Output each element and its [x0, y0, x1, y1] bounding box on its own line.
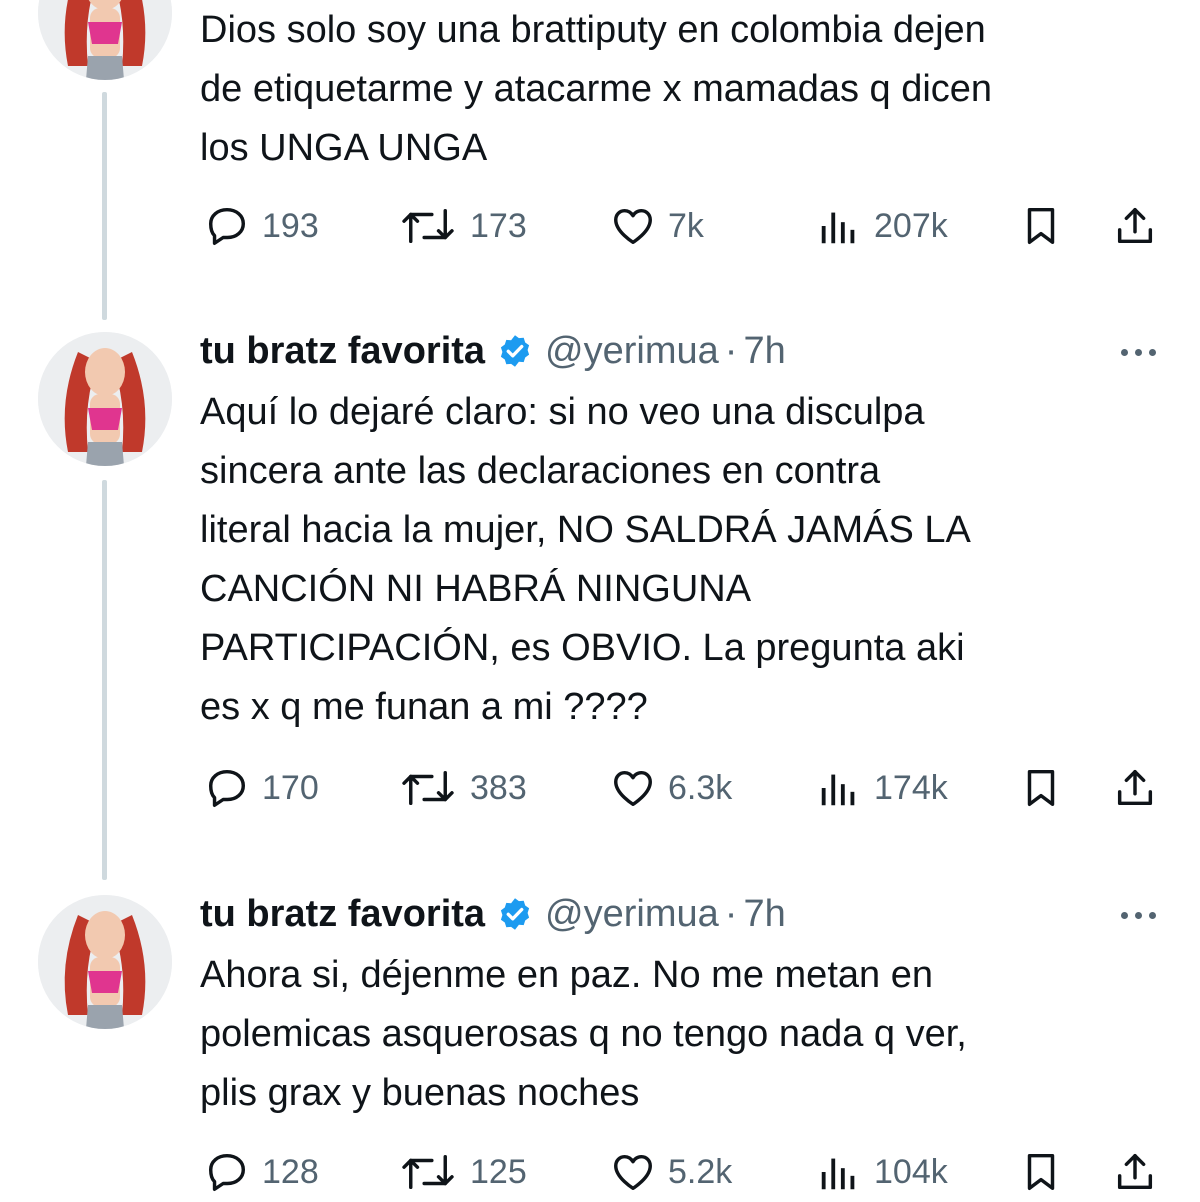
timestamp[interactable]: 7h — [743, 330, 785, 373]
tweet-actions: 128 125 5.2k 104k — [200, 1142, 1160, 1202]
thread-line — [102, 480, 107, 880]
reply-icon — [204, 765, 250, 811]
bookmark-button[interactable] — [1018, 1142, 1064, 1202]
bookmark-button[interactable] — [1018, 758, 1064, 818]
tweet-text-line: PARTICIPACIÓN, es OBVIO. La pregunta aki — [200, 627, 965, 669]
views-icon — [816, 203, 862, 249]
share-icon — [1112, 203, 1158, 249]
heart-icon — [610, 1149, 656, 1195]
tweet-text: Ahora si, déjenme en paz. No me metan en… — [200, 946, 1160, 1123]
tweet-text-line: los UNGA UNGA — [200, 127, 488, 169]
more-icon[interactable] — [1121, 897, 1156, 933]
views-count: 207k — [874, 206, 948, 245]
like-count: 7k — [668, 206, 704, 245]
bookmark-icon — [1018, 765, 1064, 811]
share-button[interactable] — [1112, 1142, 1158, 1202]
retweet-icon — [398, 1149, 458, 1195]
tweet-text-line: Aquí lo dejaré claro: si no veo una disc… — [200, 391, 925, 433]
like-button[interactable]: 5.2k — [610, 1142, 732, 1202]
tweet-text-line: Dios solo soy una brattiputy en colombia… — [200, 9, 986, 51]
thread-line — [102, 92, 107, 320]
display-name[interactable]: tu bratz favorita — [200, 893, 485, 936]
avatar[interactable] — [38, 332, 172, 466]
bookmark-button[interactable] — [1018, 196, 1064, 256]
like-button[interactable]: 6.3k — [610, 758, 732, 818]
like-count: 5.2k — [668, 1152, 733, 1191]
tweet-text-line: de etiquetarme y atacarme x mamadas q di… — [200, 68, 993, 110]
retweet-button[interactable]: 125 — [398, 1142, 527, 1202]
tweet-actions: 170 383 6.3k 174k — [200, 758, 1160, 818]
views-icon — [816, 1149, 862, 1195]
views-count: 174k — [874, 768, 948, 807]
reply-button[interactable]: 170 — [204, 758, 319, 818]
share-button[interactable] — [1112, 196, 1158, 256]
views-count: 104k — [874, 1152, 948, 1191]
tweet-text: Aquí lo dejaré claro: si no veo una disc… — [200, 383, 1160, 737]
tweet-header: tu bratz favorita @yerimua · 7h — [200, 326, 786, 376]
reply-count: 128 — [262, 1152, 319, 1191]
like-button[interactable]: 7k — [610, 196, 704, 256]
timestamp[interactable]: 7h — [743, 893, 785, 936]
verified-badge-icon — [497, 333, 533, 369]
retweet-count: 173 — [470, 206, 527, 245]
reply-button[interactable]: 193 — [204, 196, 319, 256]
tweet-text-line: plis grax y buenas noches — [200, 1072, 640, 1114]
handle[interactable]: @yerimua — [545, 330, 719, 373]
share-icon — [1112, 765, 1158, 811]
reply-button[interactable]: 128 — [204, 1142, 319, 1202]
share-button[interactable] — [1112, 758, 1158, 818]
reply-count: 193 — [262, 206, 319, 245]
display-name[interactable]: tu bratz favorita — [200, 330, 485, 373]
retweet-count: 383 — [470, 768, 527, 807]
separator: · — [724, 892, 738, 935]
tweet-text-line: Ahora si, déjenme en paz. No me metan en — [200, 954, 933, 996]
avatar[interactable] — [38, 895, 172, 1029]
bookmark-icon — [1018, 203, 1064, 249]
bookmark-icon — [1018, 1149, 1064, 1195]
tweet-text-line: sincera ante las declaraciones en contra — [200, 450, 881, 492]
reply-icon — [204, 203, 250, 249]
separator: · — [724, 329, 738, 372]
tweet-text-line: polemicas asquerosas q no tengo nada q v… — [200, 1013, 967, 1055]
reply-count: 170 — [262, 768, 319, 807]
heart-icon — [610, 765, 656, 811]
retweet-button[interactable]: 173 — [398, 196, 527, 256]
views-button[interactable]: 174k — [816, 758, 948, 818]
views-button[interactable]: 207k — [816, 196, 948, 256]
retweet-icon — [398, 765, 458, 811]
avatar[interactable] — [38, 0, 172, 80]
retweet-count: 125 — [470, 1152, 527, 1191]
tweet-text: Dios solo soy una brattiputy en colombia… — [200, 1, 1160, 178]
retweet-icon — [398, 203, 458, 249]
tweet-actions: 193 173 7k 207k — [200, 196, 1160, 256]
retweet-button[interactable]: 383 — [398, 758, 527, 818]
tweet-text-line: literal hacia la mujer, NO SALDRÁ JAMÁS … — [200, 509, 971, 551]
heart-icon — [610, 203, 656, 249]
share-icon — [1112, 1149, 1158, 1195]
like-count: 6.3k — [668, 768, 733, 807]
verified-badge-icon — [497, 896, 533, 932]
views-icon — [816, 765, 862, 811]
tweet-header: tu bratz favorita @yerimua · 7h — [200, 889, 786, 939]
tweet-text-line: CANCIÓN NI HABRÁ NINGUNA — [200, 568, 752, 610]
tweet-text-line: es x q me funan a mi ???? — [200, 686, 648, 728]
reply-icon — [204, 1149, 250, 1195]
handle[interactable]: @yerimua — [545, 893, 719, 936]
views-button[interactable]: 104k — [816, 1142, 948, 1202]
more-icon[interactable] — [1121, 334, 1156, 370]
